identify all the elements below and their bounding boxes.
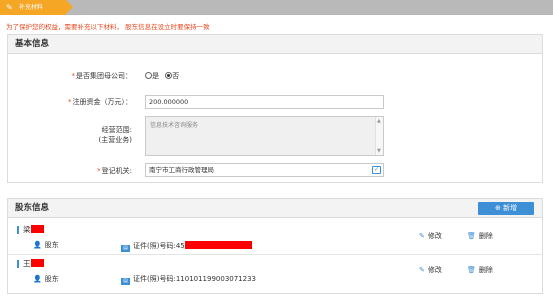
basic-info-panel: 基本信息 *是否集团母公司： 是 否 *注册资金（万元）： 200.000000… [7, 34, 543, 183]
user-icon: 👤 [33, 275, 42, 283]
shareholder-role: 👤 股东 [33, 275, 59, 284]
authority-label-text: 登记机关: [101, 167, 132, 175]
edit-button[interactable]: ✎ 修改 [419, 232, 442, 241]
group-radio-group: 是 否 [145, 71, 183, 81]
capital-label-text: 注册资金（万元）： [72, 98, 133, 106]
radio-no-label: 否 [172, 72, 180, 80]
id-card-icon: ▤ [121, 245, 130, 252]
shareholder-name-text: 王 [23, 259, 31, 268]
picker-icon[interactable]: ✓ [372, 166, 381, 174]
radio-option-no[interactable]: 否 [165, 72, 179, 80]
user-icon: 👤 [33, 241, 42, 249]
add-shareholder-button[interactable]: ⊕ 新增 [478, 202, 534, 215]
shareholder-row: 王 👤 股东 ▤ 证件(照)号码:110101199003071233 ✎ 修改 🗑 删… [8, 254, 542, 286]
edit-label: 修改 [427, 266, 442, 274]
cert-number: 110101199003071233 [175, 275, 256, 283]
scroll-down-icon[interactable]: ▼ [377, 148, 381, 154]
cert-number: 45 [175, 242, 185, 250]
scope-textarea[interactable]: 信息技术咨询服务 ▲ ▼ [145, 116, 384, 156]
notice-text: 为了保护您的权益，需要补充以下材料， 股东信息在设立时要保持一致 [6, 23, 210, 31]
group-label: *是否集团母公司： [72, 71, 133, 81]
role-text: 股东 [44, 275, 59, 283]
basic-info-title: 基本信息 [15, 39, 50, 49]
scope-label-line2: (主营业务) [98, 136, 132, 144]
capital-input[interactable]: 200.000000 [145, 95, 384, 109]
edit-icon: ✎ [419, 232, 425, 240]
delete-label: 删除 [478, 266, 493, 274]
pen-icon: ✎ [6, 3, 13, 12]
redaction-bar [30, 259, 44, 267]
cert-label: 证件(照)号码: [133, 242, 176, 250]
radio-yes-label: 是 [152, 72, 159, 80]
scope-scrollbar[interactable]: ▲ ▼ [375, 117, 383, 155]
shareholder-name-text: 梁 [23, 225, 31, 234]
step-current: ✎ 补充材料 [0, 0, 73, 15]
trash-icon: 🗑 [467, 232, 476, 240]
shareholder-name: 梁 [23, 225, 44, 235]
authority-label: *登记机关: [97, 166, 132, 176]
shareholder-header: 股东信息 ⊕ 新增 [8, 199, 542, 218]
shareholder-cert: ▤ 证件(照)号码:45 [121, 241, 252, 252]
step-label: 补充材料 [19, 4, 44, 11]
scope-label: 经营范围: (主营业务) [99, 125, 132, 145]
authority-input[interactable]: 南宁市工商行政管理局 ✓ [145, 163, 384, 177]
radio-yes[interactable] [145, 72, 152, 79]
scope-text: 信息技术咨询服务 [150, 122, 199, 129]
required-mark: * [68, 98, 72, 106]
shareholder-panel: 股东信息 ⊕ 新增 梁 👤 股东 ▤ 证件(照)号码:45 ✎ 修改 🗑 删除 王 👤 股… [7, 198, 543, 294]
group-label-text: 是否集团母公司： [76, 72, 132, 80]
row-marker [17, 226, 19, 234]
scroll-up-icon[interactable]: ▲ [377, 118, 381, 124]
edit-button[interactable]: ✎ 修改 [419, 266, 442, 275]
add-button-label: 新增 [503, 204, 518, 212]
id-card-icon: ▤ [121, 278, 130, 285]
capital-label: *注册资金（万元）： [68, 97, 132, 107]
redaction-bar [30, 225, 44, 233]
role-text: 股东 [44, 241, 59, 249]
shareholder-row: 梁 👤 股东 ▤ 证件(照)号码:45 ✎ 修改 🗑 删除 [8, 221, 542, 253]
redaction-bar [184, 241, 252, 249]
delete-button[interactable]: 🗑 删除 [467, 232, 493, 241]
authority-text: 南宁市工商行政管理局 [149, 166, 214, 174]
cert-label: 证件(照)号码: [133, 275, 176, 283]
trash-icon: 🗑 [467, 266, 476, 274]
shareholder-name: 王 [23, 259, 44, 269]
delete-label: 删除 [478, 232, 493, 240]
edit-label: 修改 [427, 232, 442, 240]
basic-info-header: 基本信息 [8, 35, 542, 54]
shareholder-role: 👤 股东 [33, 241, 59, 250]
scope-label-line1: 经营范围: [101, 126, 132, 134]
plus-circle-icon: ⊕ [494, 204, 501, 212]
required-mark: * [71, 72, 76, 80]
required-mark: * [97, 167, 101, 175]
step-bar: ✎ 补充材料 [0, 0, 553, 15]
row-marker [17, 260, 19, 268]
radio-option-yes[interactable]: 是 [145, 72, 159, 80]
shareholder-cert: ▤ 证件(照)号码:110101199003071233 [121, 275, 256, 285]
delete-button[interactable]: 🗑 删除 [467, 266, 493, 275]
edit-icon: ✎ [419, 266, 425, 274]
shareholder-title: 股东信息 [15, 203, 50, 213]
